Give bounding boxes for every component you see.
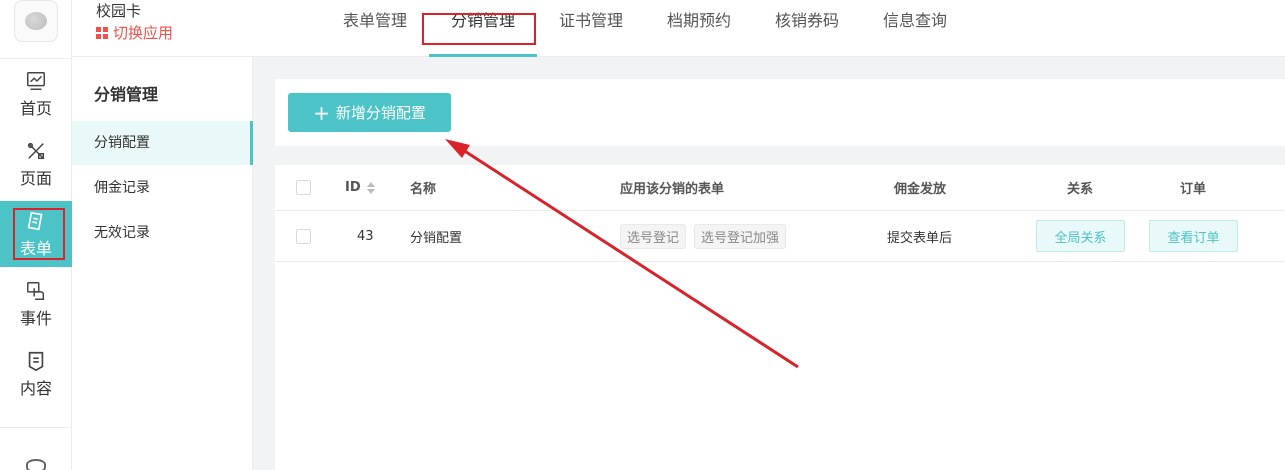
column-header-id[interactable]: ID <box>345 165 375 210</box>
app-title: 校园卡 <box>96 2 142 20</box>
form-tag: 选号登记加强 <box>694 223 787 249</box>
row-id: 43 <box>357 228 374 244</box>
rail-item-label: 页面 <box>19 168 52 188</box>
toolbar-card: + 新增分销配置 <box>275 79 1285 146</box>
rail-divider <box>0 427 72 428</box>
add-distribution-config-button[interactable]: + 新增分销配置 <box>288 93 451 132</box>
sort-icon[interactable] <box>366 181 375 194</box>
subnav-item-invalid[interactable]: 无效记录 <box>72 211 253 255</box>
rail-item-event[interactable]: 事件 <box>0 273 72 335</box>
document-icon <box>28 351 44 371</box>
rail-item-content[interactable]: 内容 <box>0 343 72 405</box>
column-header-name: 名称 <box>410 182 437 197</box>
row-relation-cell: 全局关系 <box>1036 211 1125 261</box>
rail-item-label: 内容 <box>19 378 52 398</box>
rail-item-label: 事件 <box>19 308 52 328</box>
select-all-checkbox[interactable] <box>296 180 311 195</box>
rail-item-home[interactable]: 首页 <box>0 63 72 125</box>
select-all-cell <box>296 165 311 210</box>
config-table: ID 名称 应用该分销的表单 佣金发放 关系 订单 43 分销配置 选号登记 选… <box>275 165 1285 470</box>
form-tag: 选号登记 <box>620 223 687 249</box>
table-row: 43 分销配置 选号登记 选号登记加强 提交表单后 全局关系 查看订单 <box>275 211 1285 262</box>
active-tab-indicator <box>429 54 537 57</box>
subnav-item-commission[interactable]: 佣金记录 <box>72 166 253 210</box>
chart-icon <box>27 71 45 90</box>
plus-icon: + <box>313 100 330 125</box>
tab-schedule-booking[interactable]: 档期预约 <box>667 10 731 56</box>
rail-divider <box>0 58 72 59</box>
touch-icon <box>27 281 45 300</box>
sub-sidebar: 分销管理 分销配置 佣金记录 无效记录 <box>72 57 253 470</box>
database-icon[interactable] <box>26 459 46 470</box>
row-order-cell: 查看订单 <box>1149 211 1238 261</box>
column-header-forms: 应用该分销的表单 <box>620 182 725 197</box>
row-name: 分销配置 <box>410 230 463 246</box>
column-header-order: 订单 <box>1180 182 1207 197</box>
global-relation-button[interactable]: 全局关系 <box>1036 220 1125 252</box>
tab-form-manage[interactable]: 表单管理 <box>343 10 407 56</box>
tab-certificate-manage[interactable]: 证书管理 <box>559 10 623 56</box>
annotation-box-rail <box>13 208 65 260</box>
column-header-payout: 佣金发放 <box>894 182 947 197</box>
view-orders-button[interactable]: 查看订单 <box>1149 220 1238 252</box>
column-header-relation: 关系 <box>1067 182 1094 197</box>
table-header: ID 名称 应用该分销的表单 佣金发放 关系 订单 <box>275 165 1285 211</box>
switch-app-label: 切换应用 <box>113 24 174 42</box>
row-checkbox[interactable] <box>296 228 311 244</box>
tab-coupon-verify[interactable]: 核销券码 <box>775 10 839 56</box>
top-bar: 校园卡 切换应用 表单管理 分销管理 证书管理 档期预约 核销券码 信息查询 <box>72 0 1285 57</box>
tab-info-query[interactable]: 信息查询 <box>883 10 947 56</box>
rail-item-page[interactable]: 页面 <box>0 133 72 195</box>
row-select-cell <box>296 211 311 261</box>
switch-app-link[interactable]: 切换应用 <box>96 22 173 43</box>
logo-image <box>25 12 47 30</box>
add-button-label: 新增分销配置 <box>335 104 426 122</box>
column-header-label: ID <box>345 180 361 195</box>
row-forms: 选号登记 选号登记加强 <box>620 211 794 261</box>
rail-item-label: 首页 <box>19 98 52 118</box>
apps-grid-icon <box>96 26 108 39</box>
subnav-title: 分销管理 <box>94 85 159 104</box>
app-logo[interactable] <box>14 0 58 42</box>
tools-icon <box>27 142 45 159</box>
row-payout: 提交表单后 <box>887 230 953 246</box>
subnav-item-config[interactable]: 分销配置 <box>72 121 253 165</box>
annotation-box-tab <box>422 13 536 45</box>
